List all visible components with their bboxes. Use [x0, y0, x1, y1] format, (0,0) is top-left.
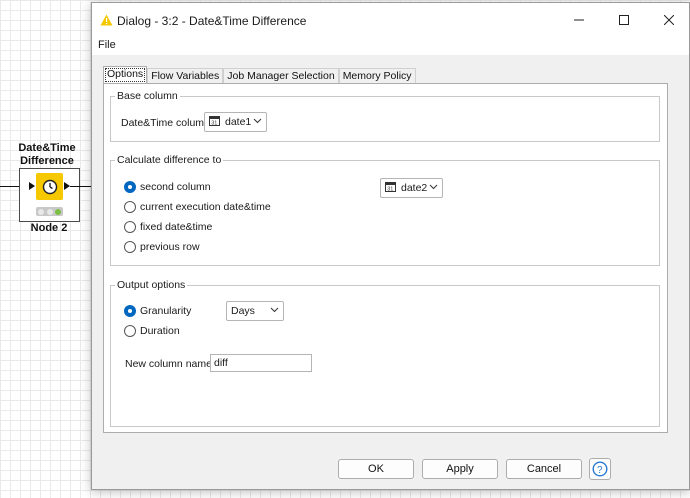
cancel-button[interactable]: Cancel — [506, 459, 582, 479]
chevron-down-icon — [253, 116, 262, 128]
radio-current-execution[interactable]: current execution date&time — [124, 201, 271, 213]
calculate-difference-legend: Calculate difference to — [117, 154, 222, 166]
radio-previous-row[interactable]: previous row — [124, 241, 200, 253]
radio-indicator — [124, 221, 136, 233]
radio-granularity-label: Granularity — [140, 305, 192, 317]
second-column-value: date2 — [401, 182, 428, 194]
calendar-icon: 31 — [385, 181, 396, 195]
second-column-select[interactable]: 31 date2 — [380, 178, 443, 198]
chevron-down-icon — [429, 182, 438, 194]
node-title: Date&Time Difference — [18, 142, 76, 167]
minimize-icon — [573, 19, 584, 21]
radio-indicator — [124, 241, 136, 253]
dialog-title: Dialog - 3:2 - Date&Time Difference — [117, 14, 307, 28]
status-light-yellow — [46, 208, 53, 215]
svg-text:31: 31 — [387, 187, 393, 192]
radio-granularity[interactable]: Granularity — [124, 305, 191, 317]
granularity-select[interactable]: Days — [226, 301, 284, 321]
warning-icon — [100, 14, 113, 29]
tab-flow-variables[interactable]: Flow Variables — [147, 68, 224, 84]
granularity-value: Days — [231, 305, 255, 317]
output-options-group: Output options — [110, 279, 660, 427]
radio-duration[interactable]: Duration — [124, 325, 180, 337]
radio-indicator — [124, 181, 136, 193]
date-time-column-label: Date&Time column — [121, 117, 210, 129]
svg-text:31: 31 — [211, 121, 217, 126]
date-time-column-select[interactable]: 31 date1 — [204, 112, 267, 132]
svg-text:?: ? — [597, 465, 603, 476]
tab-memory-policy[interactable]: Memory Policy — [338, 68, 416, 84]
node-label[interactable]: Node 2 — [14, 222, 84, 234]
radio-indicator — [124, 201, 136, 213]
node-status-traffic-light — [36, 207, 63, 216]
status-light-green — [54, 208, 61, 215]
radio-second-column-label: second column — [140, 181, 211, 193]
dialog-window: Dialog - 3:2 - Date&Time Difference File… — [91, 2, 690, 490]
radio-duration-label: Duration — [140, 325, 180, 337]
tab-strip: Options Flow Variables Job Manager Selec… — [103, 66, 416, 84]
date-time-column-value: date1 — [225, 116, 252, 128]
help-button[interactable]: ? — [589, 458, 611, 480]
close-icon — [663, 15, 674, 25]
dialog-content: Options Flow Variables Job Manager Selec… — [102, 63, 670, 433]
calendar-icon: 31 — [209, 115, 220, 129]
clock-icon[interactable] — [36, 173, 63, 200]
ok-button[interactable]: OK — [338, 459, 414, 479]
menu-file[interactable]: File — [98, 39, 116, 51]
maximize-icon — [618, 15, 629, 25]
radio-current-execution-label: current execution date&time — [140, 201, 271, 213]
tab-job-manager-selection[interactable]: Job Manager Selection — [223, 68, 339, 84]
status-light-red — [38, 208, 45, 215]
radio-previous-row-label: previous row — [140, 241, 200, 253]
radio-second-column[interactable]: second column — [124, 181, 211, 193]
menu-bar: File — [92, 37, 689, 55]
chevron-down-icon — [270, 305, 279, 317]
output-options-legend: Output options — [117, 279, 186, 291]
new-column-name-input[interactable]: diff — [210, 354, 312, 372]
new-column-name-label: New column name: — [125, 358, 215, 370]
radio-fixed-date-time[interactable]: fixed date&time — [124, 221, 212, 233]
options-panel: Base column Date&Time column 31 date1 Ca… — [103, 83, 668, 433]
title-bar[interactable]: Dialog - 3:2 - Date&Time Difference — [92, 3, 689, 37]
base-column-group: Base column — [110, 90, 660, 142]
apply-button[interactable]: Apply — [422, 459, 498, 479]
maximize-button[interactable] — [601, 3, 646, 37]
output-connection — [70, 186, 92, 187]
radio-indicator — [124, 305, 136, 317]
help-icon: ? — [592, 461, 608, 477]
radio-indicator — [124, 325, 136, 337]
input-port[interactable] — [29, 182, 35, 190]
minimize-button[interactable] — [556, 3, 601, 37]
tab-options[interactable]: Options — [103, 66, 148, 84]
radio-fixed-date-time-label: fixed date&time — [140, 221, 213, 233]
close-button[interactable] — [646, 3, 690, 37]
base-column-legend: Base column — [117, 90, 178, 102]
